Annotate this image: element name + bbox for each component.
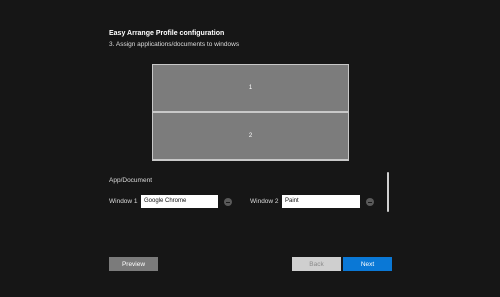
minus-icon: [368, 201, 372, 203]
back-button[interactable]: Back: [292, 257, 341, 271]
next-button[interactable]: Next: [343, 257, 392, 271]
window-zone-1[interactable]: 1: [153, 65, 348, 111]
zone-label: 1: [248, 85, 253, 91]
header: Easy Arrange Profile configuration 3. As…: [109, 29, 239, 49]
window-2-remove-button[interactable]: [366, 198, 374, 206]
window-zone-2[interactable]: 2: [153, 113, 348, 159]
window-1-label: Window 1: [109, 198, 138, 205]
preview-button[interactable]: Preview: [109, 257, 158, 271]
scrollbar[interactable]: [387, 172, 389, 212]
window-1-remove-button[interactable]: [224, 198, 232, 206]
easy-arrange-dialog: Easy Arrange Profile configuration 3. As…: [0, 0, 500, 297]
zone-label: 2: [248, 133, 253, 139]
minus-icon: [226, 201, 230, 203]
layout-preview: 1 2: [152, 64, 349, 161]
step-subtitle: 3. Assign applications/documents to wind…: [109, 41, 240, 48]
window-1-app-field[interactable]: Google Chrome: [141, 195, 218, 208]
window-2-app-field[interactable]: Paint: [282, 195, 360, 208]
page-title: Easy Arrange Profile configuration: [109, 30, 225, 37]
window-2-label: Window 2: [250, 198, 279, 205]
section-label: App/Document: [109, 177, 152, 184]
